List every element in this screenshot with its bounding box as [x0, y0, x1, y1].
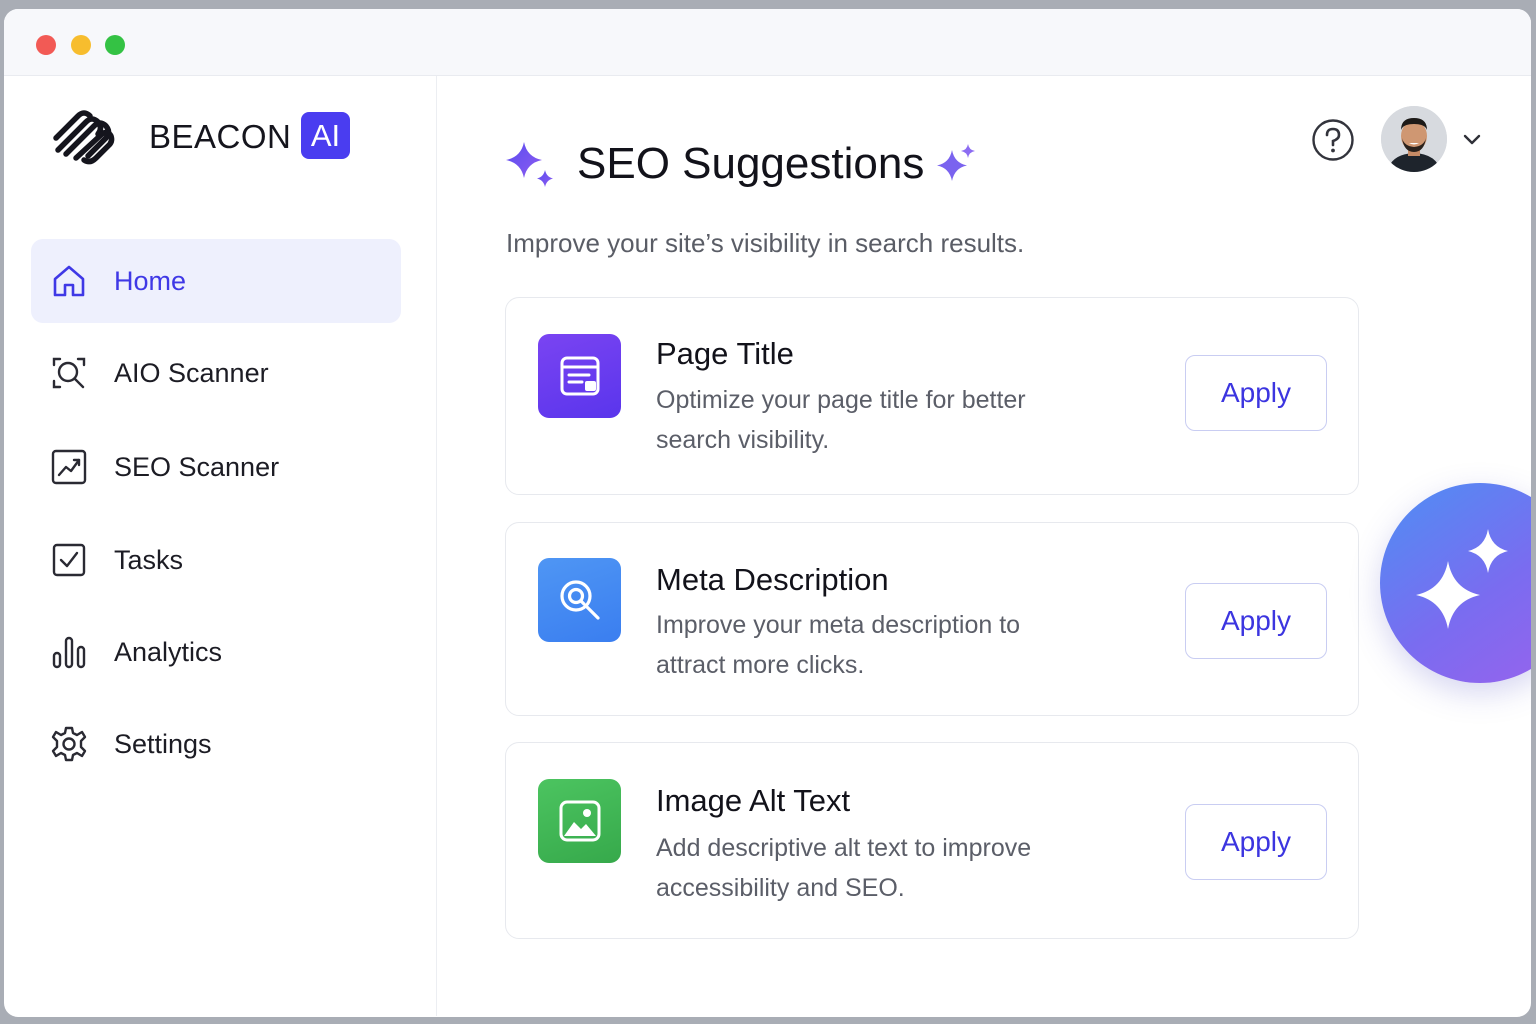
sidebar-item-seo-scanner[interactable]: SEO Scanner — [31, 425, 401, 509]
suggestion-card-page-title: Page Title Optimize your page title for … — [505, 297, 1359, 495]
sparkle-icon — [506, 142, 553, 187]
suggestion-title: Image Alt Text — [656, 783, 851, 818]
avatar-image — [1381, 106, 1447, 172]
sparkle-icon — [1416, 529, 1508, 629]
sidebar-item-label: Home — [114, 265, 187, 296]
user-avatar[interactable] — [1381, 106, 1447, 172]
sidebar-item-label: Analytics — [114, 636, 223, 667]
image-icon — [538, 779, 621, 863]
brand-name: BEACON — [149, 118, 292, 155]
title-bar — [4, 9, 1531, 76]
sidebar-item-label: SEO Scanner — [114, 451, 280, 482]
striped-swirl-logo-icon — [53, 110, 115, 165]
sidebar-item-tasks[interactable]: Tasks — [31, 518, 401, 602]
sidebar-item-label: AIO Scanner — [114, 357, 269, 388]
close-window-button[interactable] — [36, 35, 56, 55]
apply-button-page-title[interactable]: Apply — [1185, 355, 1327, 431]
page-subtitle: Improve your site’s visibility in search… — [506, 228, 1025, 258]
sidebar-item-label: Settings — [114, 728, 212, 759]
suggestion-title: Meta Description — [656, 562, 889, 597]
suggestion-card-image-alt-text: Image Alt Text Add descriptive alt text … — [505, 742, 1359, 939]
apply-button-image-alt-text[interactable]: Apply — [1185, 804, 1327, 880]
suggestion-description: Improve your meta description to attract… — [656, 611, 1021, 679]
minimize-window-button[interactable] — [71, 35, 91, 55]
chevron-down-icon[interactable] — [1462, 129, 1482, 149]
sidebar-item-home[interactable]: Home — [31, 239, 401, 323]
sidebar-item-analytics[interactable]: Analytics — [31, 610, 401, 694]
page-layout-icon — [538, 334, 621, 418]
chart-trend-icon — [51, 449, 87, 485]
search-magnifier-icon — [538, 558, 621, 642]
sidebar-item-settings[interactable]: Settings — [31, 702, 401, 786]
question-circle-icon[interactable] — [1311, 118, 1355, 162]
sidebar-divider — [436, 76, 437, 1016]
gear-icon — [51, 726, 87, 762]
suggestion-description: Optimize your page title for better sear… — [656, 386, 1026, 454]
sidebar-item-aio-scanner[interactable]: AIO Scanner — [31, 331, 401, 415]
bar-chart-icon — [52, 636, 86, 669]
assistant-clip — [1300, 440, 1531, 740]
brand-ai-badge: AI — [301, 112, 350, 159]
scan-search-icon — [52, 357, 86, 389]
sparkle-icon — [937, 144, 975, 181]
sidebar-item-label: Tasks — [114, 544, 184, 575]
suggestion-card-meta-description: Meta Description Improve your meta descr… — [505, 522, 1359, 716]
ai-assistant-button[interactable] — [1380, 483, 1531, 683]
suggestion-description: Add descriptive alt text to improve acce… — [656, 834, 1032, 902]
page-title: SEO Suggestions — [577, 139, 925, 188]
home-icon — [53, 265, 85, 297]
suggestion-title: Page Title — [656, 336, 794, 371]
maximize-window-button[interactable] — [105, 35, 125, 55]
checkbox-icon — [52, 543, 86, 577]
